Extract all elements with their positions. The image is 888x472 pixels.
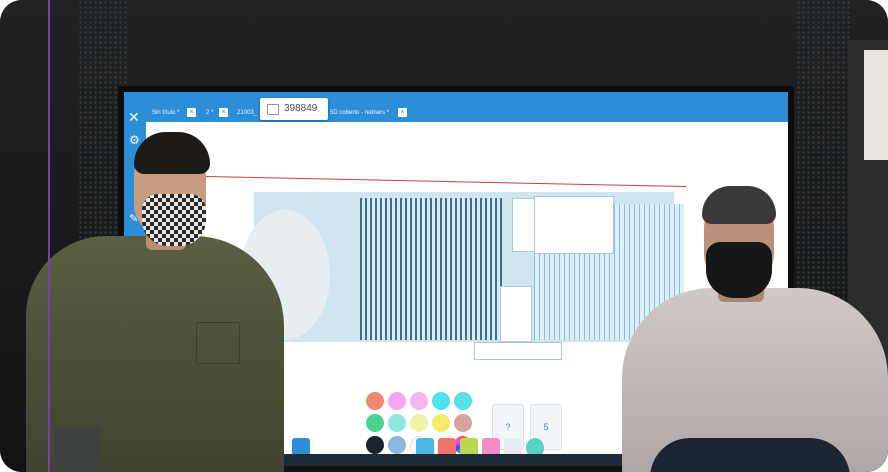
color-swatch[interactable]: [366, 392, 384, 410]
image-icon: [267, 104, 279, 115]
person-right-hair: [702, 186, 776, 224]
door-panel: [500, 286, 532, 342]
floating-badge: 398849: [260, 98, 328, 120]
close-icon[interactable]: ×: [187, 108, 196, 117]
color-swatch[interactable]: [388, 414, 406, 432]
shirt-pocket: [196, 322, 240, 364]
patterned-face-mask: [142, 194, 206, 246]
badge-value: 398849: [284, 103, 318, 114]
window-panel: [512, 198, 536, 252]
color-swatch[interactable]: [432, 392, 450, 410]
tab-coberto-redners[interactable]: 5D coberto - redners *: [330, 106, 389, 120]
color-swatch[interactable]: [410, 392, 428, 410]
tab-sin-titulo[interactable]: Sin título *: [152, 106, 179, 120]
color-swatch[interactable]: [432, 414, 450, 432]
color-swatch[interactable]: [366, 414, 384, 432]
color-swatch[interactable]: [410, 414, 428, 432]
window-panel: [534, 196, 614, 254]
app-logo-icon: ✕: [128, 109, 140, 125]
photo-frame: ✕ ⚙ ✎ Sin título * × 2 * × 21003_ 5D cob…: [0, 0, 888, 472]
tab-2[interactable]: 2 *: [206, 106, 213, 120]
color-swatch[interactable]: [388, 392, 406, 410]
pinned-paper: [864, 50, 888, 160]
color-swatch[interactable]: [454, 414, 472, 432]
office-chair: [650, 438, 850, 472]
gear-icon[interactable]: ⚙: [129, 134, 140, 146]
close-icon[interactable]: ×: [398, 108, 407, 117]
facade-slats: [360, 198, 502, 340]
step-panel: [474, 342, 562, 360]
accent-line: [48, 0, 50, 472]
sketch-roofline: [205, 176, 686, 188]
tab-21003[interactable]: 21003_: [237, 106, 257, 120]
close-icon[interactable]: ×: [219, 108, 228, 117]
dark-object: [54, 428, 100, 472]
app-titlebar: [124, 92, 788, 104]
color-swatch[interactable]: [454, 392, 472, 410]
black-face-mask: [706, 242, 772, 298]
